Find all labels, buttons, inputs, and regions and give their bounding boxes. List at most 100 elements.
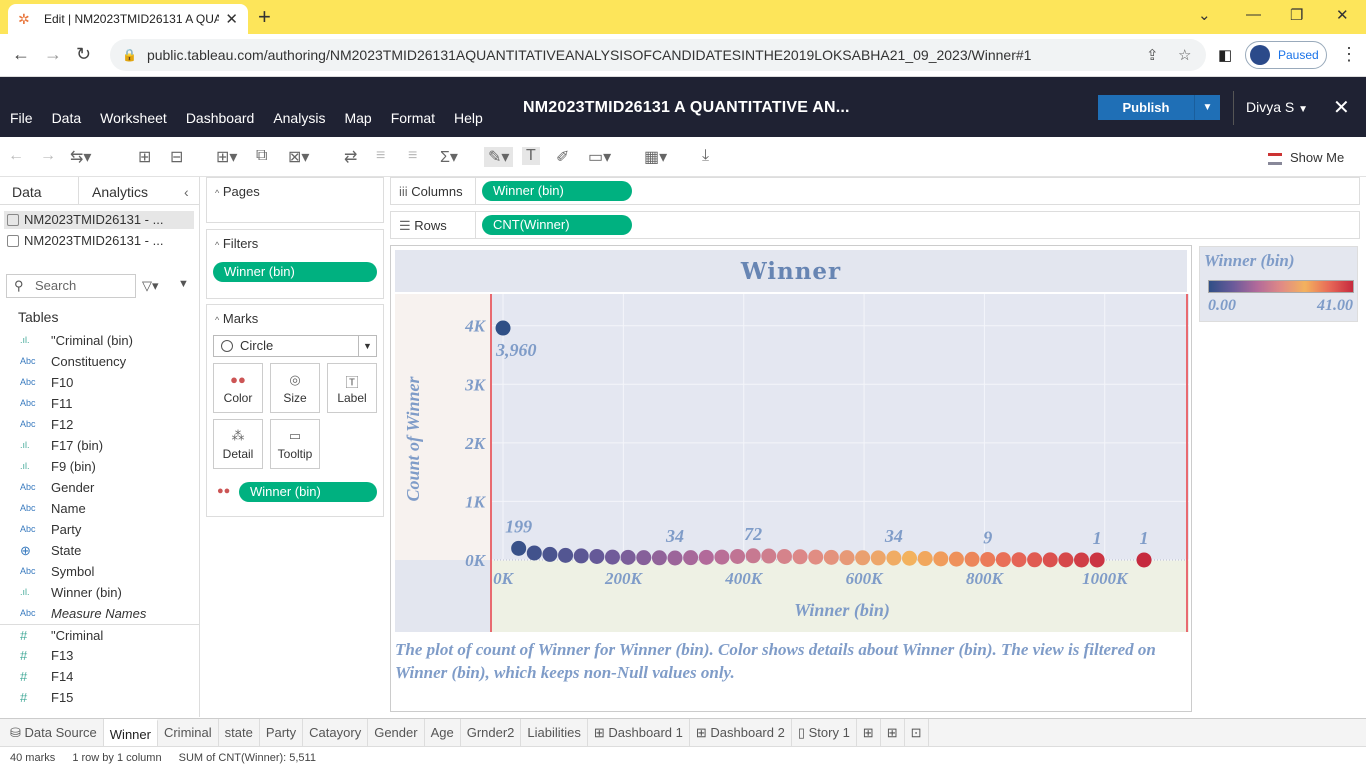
- field-item[interactable]: Abc Gender: [0, 477, 200, 498]
- viz-title[interactable]: Winner: [395, 250, 1187, 292]
- workbook-title[interactable]: NM2023TMID26131 A QUANTITATIVE AN...: [523, 99, 850, 117]
- new-worksheet-icon[interactable]: ⊞▾: [216, 147, 237, 167]
- tab-search-chevron-icon[interactable]: ⌄: [1198, 6, 1211, 24]
- presentation-icon[interactable]: ▦▾: [644, 147, 667, 167]
- pane-menu-icon[interactable]: ▼: [178, 278, 189, 290]
- tab-data[interactable]: Data: [12, 184, 42, 200]
- sheet-tab[interactable]: Grnder2: [461, 719, 522, 747]
- pause-updates-icon[interactable]: ⊟: [170, 147, 183, 167]
- forward-icon[interactable]: →: [44, 44, 76, 64]
- rows-pill[interactable]: CNT(Winner): [482, 215, 632, 235]
- user-menu[interactable]: Divya S ▼: [1246, 99, 1308, 115]
- format-icon[interactable]: ✐: [556, 147, 569, 167]
- profile-button[interactable]: Paused: [1245, 41, 1327, 69]
- field-item[interactable]: .ıl. "Criminal (bin): [0, 330, 200, 351]
- sheet-tab[interactable]: Catayory: [303, 719, 369, 747]
- field-item[interactable]: Abc Name: [0, 498, 200, 519]
- redo-icon[interactable]: →: [40, 147, 56, 165]
- share-icon[interactable]: ⇪: [1146, 46, 1159, 64]
- menu-help[interactable]: Help: [454, 110, 483, 126]
- sheet-tab[interactable]: ⊞ Dashboard 1: [588, 719, 690, 747]
- field-item[interactable]: Abc Party: [0, 519, 200, 540]
- tab-analytics[interactable]: Analytics: [92, 184, 148, 200]
- size-button[interactable]: ◎ Size: [270, 363, 320, 413]
- clear-sheet-icon[interactable]: ⊠▾: [288, 147, 309, 167]
- download-icon[interactable]: ⤓: [702, 147, 709, 165]
- show-labels-icon[interactable]: T: [522, 147, 540, 165]
- color-legend[interactable]: Winner (bin) 0.00 41.00: [1199, 246, 1358, 322]
- publish-button[interactable]: Publish ▼: [1098, 95, 1220, 120]
- sheet-tab[interactable]: Winner: [103, 719, 158, 747]
- collapse-pane-icon[interactable]: ‹: [184, 184, 189, 200]
- close-tab-icon[interactable]: ✕: [225, 10, 238, 28]
- label-button[interactable]: 🅃 Label: [327, 363, 377, 413]
- show-me-button[interactable]: Show Me: [1268, 150, 1344, 165]
- datasource-item[interactable]: NM2023TMID26131 - ...: [4, 232, 194, 250]
- totals-icon[interactable]: Σ▾: [440, 147, 458, 167]
- restore-icon[interactable]: ❐: [1290, 6, 1303, 24]
- filter-pill[interactable]: Winner (bin): [213, 262, 377, 282]
- back-icon[interactable]: ←: [12, 44, 44, 64]
- bookmark-star-icon[interactable]: ☆: [1178, 46, 1191, 64]
- field-item[interactable]: .ıl. F9 (bin): [0, 456, 200, 477]
- new-story-icon[interactable]: ⊡: [905, 719, 929, 747]
- minimize-icon[interactable]: —: [1246, 6, 1261, 23]
- field-item[interactable]: .ıl. Winner (bin): [0, 582, 200, 603]
- field-item[interactable]: # F15: [0, 687, 200, 708]
- fit-icon[interactable]: ▭▾: [588, 147, 611, 167]
- publish-dropdown-icon[interactable]: ▼: [1194, 95, 1220, 120]
- url-field[interactable]: 🔒 public.tableau.com/authoring/NM2023TMI…: [110, 39, 1206, 71]
- duplicate-sheet-icon[interactable]: ⧉: [256, 147, 267, 165]
- sort-asc-icon[interactable]: ≡: [376, 147, 385, 165]
- color-button[interactable]: ●● Color: [213, 363, 263, 413]
- menu-analysis[interactable]: Analysis: [273, 110, 325, 126]
- color-pill[interactable]: Winner (bin): [239, 482, 377, 502]
- detail-button[interactable]: ⁂ Detail: [213, 419, 263, 469]
- new-datasource-icon[interactable]: ⊞: [138, 147, 151, 167]
- field-item[interactable]: Abc Measure Names: [0, 603, 200, 624]
- mark-type-select[interactable]: Circle ▼: [213, 335, 377, 357]
- browser-tab[interactable]: ✲ Edit | NM2023TMID26131 A QUA ✕: [8, 4, 248, 34]
- sheet-tab[interactable]: Age: [425, 719, 461, 747]
- highlight-icon[interactable]: ✎▾: [484, 147, 514, 167]
- field-item[interactable]: Abc Constituency: [0, 351, 200, 372]
- datasource-item[interactable]: NM2023TMID26131 - ...: [4, 211, 194, 229]
- sheet-tab[interactable]: ⛁ Data Source: [0, 719, 104, 747]
- field-item[interactable]: # F14: [0, 666, 200, 687]
- sheet-tab[interactable]: Gender: [368, 719, 425, 747]
- menu-file[interactable]: File: [10, 110, 33, 126]
- browser-menu-icon[interactable]: ⋮: [1340, 44, 1358, 65]
- menu-map[interactable]: Map: [344, 110, 371, 126]
- field-item[interactable]: Abc F11: [0, 393, 200, 414]
- sort-desc-icon[interactable]: ≡: [408, 147, 417, 165]
- menu-dashboard[interactable]: Dashboard: [186, 110, 255, 126]
- field-item[interactable]: Abc F10: [0, 372, 200, 393]
- side-panel-icon[interactable]: ◧: [1218, 46, 1232, 64]
- tooltip-button[interactable]: ▭ Tooltip: [270, 419, 320, 469]
- sheet-tab[interactable]: Liabilities: [521, 719, 588, 747]
- field-item[interactable]: Abc Symbol: [0, 561, 200, 582]
- replay-icon[interactable]: ⇆▾: [70, 147, 91, 167]
- close-editor-icon[interactable]: ✕: [1333, 95, 1350, 120]
- field-item[interactable]: # "Criminal: [0, 624, 200, 645]
- filter-fields-icon[interactable]: ▽▾: [142, 278, 159, 294]
- swap-icon[interactable]: ⇄: [344, 147, 357, 167]
- sheet-tab[interactable]: Criminal: [158, 719, 219, 747]
- field-item[interactable]: Abc F12: [0, 414, 200, 435]
- sheet-tab[interactable]: ⊞ Dashboard 2: [690, 719, 792, 747]
- field-item[interactable]: # F13: [0, 645, 200, 666]
- field-item[interactable]: .ıl. F17 (bin): [0, 435, 200, 456]
- menu-data[interactable]: Data: [52, 110, 82, 126]
- reload-icon[interactable]: ↻: [76, 44, 105, 64]
- new-tab-icon[interactable]: +: [258, 5, 271, 29]
- columns-pill[interactable]: Winner (bin): [482, 181, 632, 201]
- search-input[interactable]: ⚲ Search: [6, 274, 136, 298]
- menu-format[interactable]: Format: [391, 110, 435, 126]
- window-close-icon[interactable]: ✕: [1336, 6, 1349, 24]
- sheet-tab[interactable]: Party: [260, 719, 304, 747]
- sheet-tab[interactable]: state: [219, 719, 260, 747]
- sheet-tab[interactable]: ▯ Story 1: [792, 719, 857, 747]
- field-item[interactable]: ⊕ State: [0, 540, 200, 561]
- new-worksheet-icon[interactable]: ⊞: [857, 719, 881, 747]
- new-dashboard-icon[interactable]: ⊞: [881, 719, 905, 747]
